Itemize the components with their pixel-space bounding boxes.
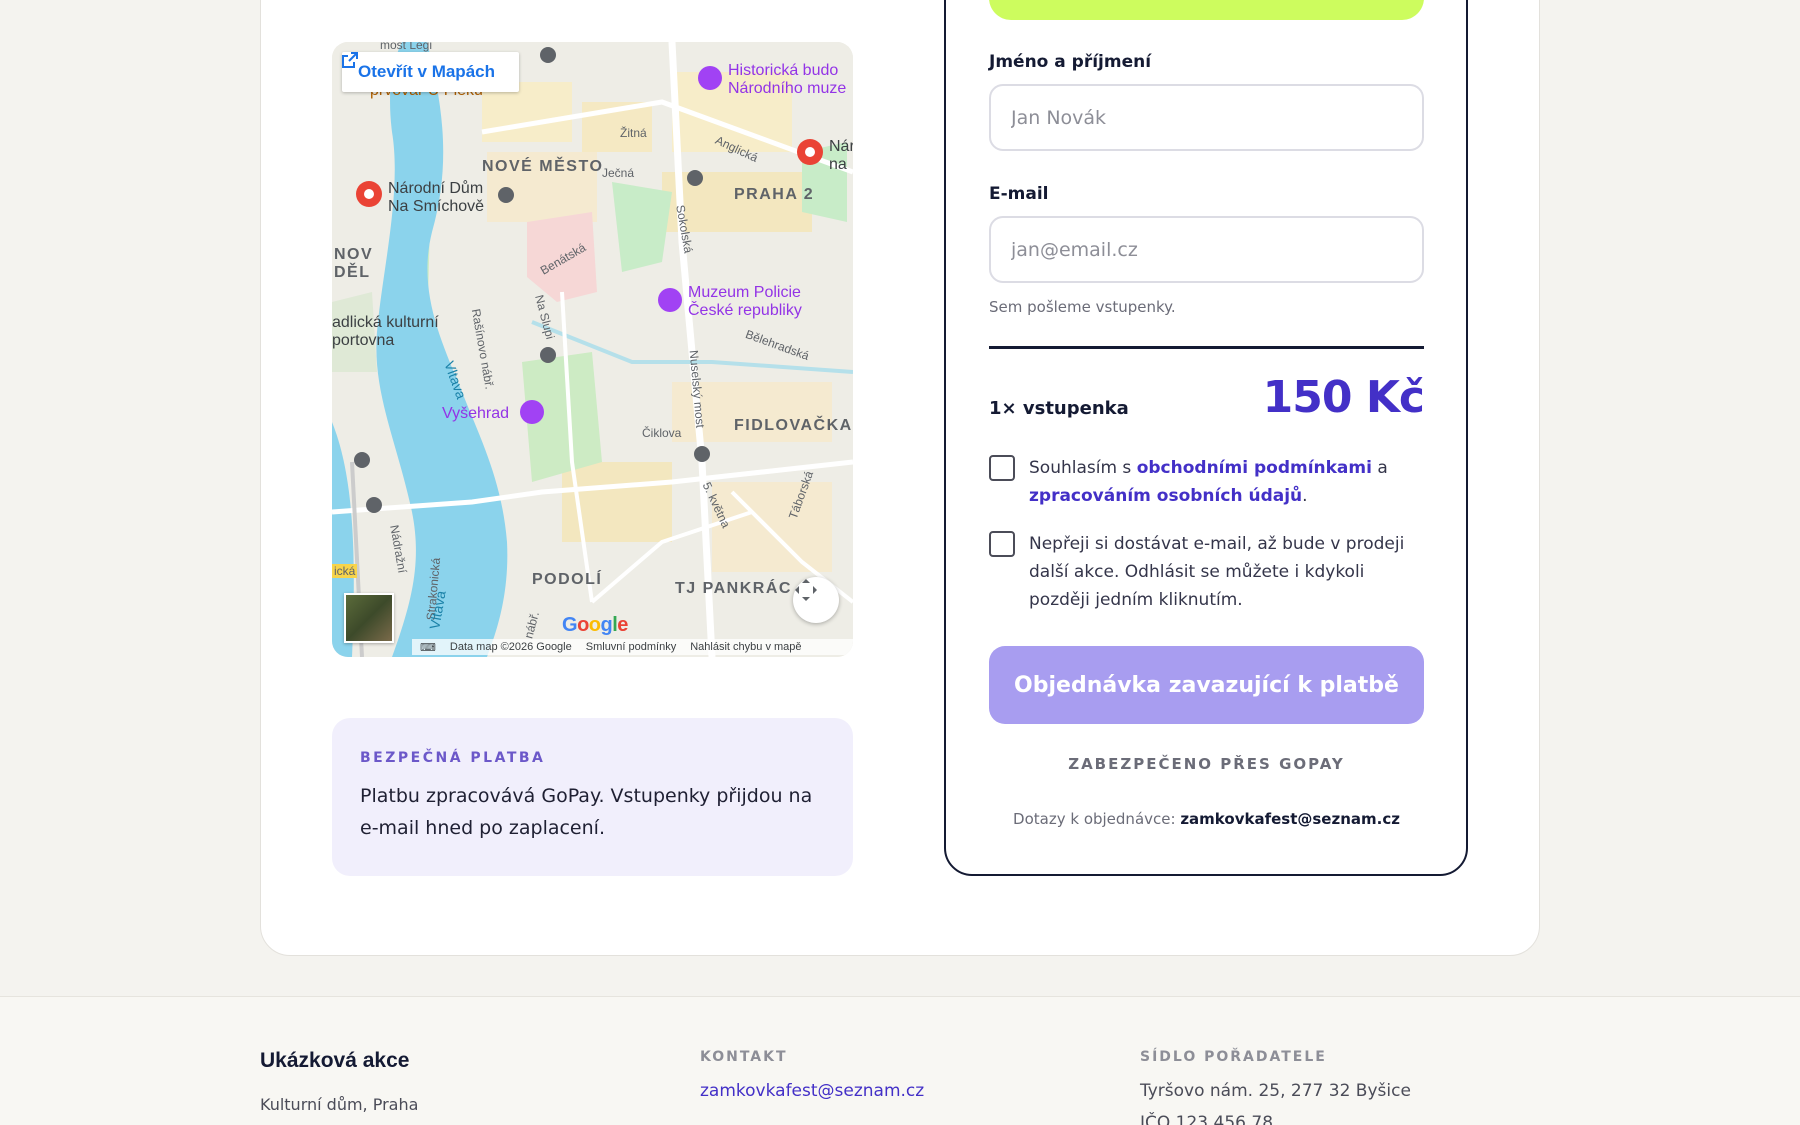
google-logo: Google	[562, 614, 628, 636]
open-in-maps-button[interactable]: Otevřít v Mapách	[342, 52, 519, 92]
terms-consent-row: Souhlasím s obchodními podmínkami a zpra…	[989, 454, 1424, 510]
consent-and: a	[1377, 458, 1388, 478]
email-input[interactable]	[989, 216, 1424, 283]
secure-payment-box: BEZPEČNÁ PLATBA Platbu zpracovává GoPay.…	[332, 718, 853, 876]
map-district-label: PRAHA 2	[734, 186, 815, 203]
terms-consent-text: Souhlasím s obchodními podmínkami a zpra…	[1029, 454, 1388, 510]
email-hint: Sem pošleme vstupenky.	[989, 298, 1176, 316]
map-district-label: TJ PANKRÁC	[675, 580, 792, 597]
map-district-label: DĚL	[334, 264, 371, 281]
order-form: Jméno a příjmení E-mail Sem pošleme vstu…	[944, 0, 1468, 876]
map-street-label: Žitná	[620, 126, 647, 140]
map-place-label: Nár	[829, 138, 853, 155]
consent-prefix: Souhlasím s	[1029, 458, 1132, 478]
fullscreen-icon[interactable]	[793, 577, 839, 623]
keyboard-icon[interactable]: ⌨	[420, 641, 436, 654]
footer-contact-heading: KONTAKT	[700, 1049, 788, 1065]
optout-text: Nepřeji si dostávat e-mail, až bude v pr…	[1029, 534, 1405, 610]
order-contact: Dotazy k objednávce: zamkovkafest@seznam…	[989, 810, 1424, 828]
map-poi-label: Vyšehrad	[442, 405, 509, 422]
map-place-label: portovna	[332, 332, 395, 349]
map-place-label: Na Smíchově	[388, 198, 485, 215]
submit-order-button[interactable]: Objednávka zavazující k platbě	[989, 646, 1424, 724]
map-report-link[interactable]: Nahlásit chybu v mapě	[690, 641, 801, 653]
privacy-link[interactable]: zpracováním osobních údajů	[1029, 486, 1302, 506]
map-place-label: na	[829, 156, 847, 173]
footer: Ukázková akce Kulturní dům, Praha KONTAK…	[0, 996, 1800, 1125]
footer-venue: Kulturní dům, Praha	[260, 1095, 419, 1114]
terms-link[interactable]: obchodními podmínkami	[1137, 458, 1372, 478]
map-attribution: Data map ©2026 Google	[449, 641, 572, 653]
map-street-label: ická	[332, 564, 358, 578]
map-street-label: Ječná	[602, 166, 635, 180]
optout-checkbox[interactable]	[989, 531, 1015, 557]
map-terms-link[interactable]: Smluvní podmínky	[586, 641, 676, 653]
map-poi-label: Muzeum Policie	[688, 284, 801, 301]
consent-end: .	[1302, 486, 1308, 506]
lime-action-button[interactable]	[989, 0, 1424, 20]
email-label: E-mail	[989, 184, 1049, 204]
map-pin-top-right[interactable]	[797, 139, 823, 165]
open-in-maps-label: Otevřít v Mapách	[358, 62, 495, 81]
map-place-label: Národní Dům	[388, 180, 484, 197]
map-district-label: PODOLÍ	[532, 571, 603, 588]
secure-payment-title: BEZPEČNÁ PLATBA	[360, 750, 546, 766]
footer-seat-heading: SÍDLO POŘADATELE	[1140, 1049, 1327, 1065]
secure-payment-text: Platbu zpracovává GoPay. Vstupenky přijd…	[360, 785, 813, 839]
gopay-secure-note: ZABEZPEČENO PŘES GOPAY	[1068, 755, 1345, 773]
map-place-label: most Legi	[380, 42, 433, 52]
map-poi-label: Národního muze	[728, 80, 847, 97]
footer-contact-email[interactable]: zamkovkafest@seznam.cz	[700, 1081, 924, 1101]
map-poi-label: Historická budo	[728, 62, 839, 79]
name-input[interactable]	[989, 84, 1424, 151]
contact-prefix: Dotazy k objednávce:	[1013, 810, 1176, 828]
ticket-price: 150 Kč	[1262, 372, 1425, 423]
map-district-label: NOV	[334, 246, 374, 263]
map-district-label: FIDLOVAČKA	[734, 417, 853, 434]
name-label: Jméno a příjmení	[989, 52, 1152, 72]
map-poi-label: České republiky	[688, 302, 802, 319]
satellite-toggle-thumbnail[interactable]	[344, 593, 394, 643]
map-street-label: Čiklova	[642, 426, 682, 440]
map-district-label: NOVÉ MĚSTO	[482, 158, 604, 175]
footer-ico: IČO 123 456 78	[1140, 1113, 1274, 1125]
map-place-label: adlická kulturní	[332, 314, 439, 331]
map-attribution-bar: ⌨ Data map ©2026 Google Smluvní podmínky…	[412, 639, 853, 655]
map-embed[interactable]: NOVÉ MĚSTO PRAHA 2 FIDLOVAČKA PODOLÍ TJ …	[332, 42, 853, 657]
contact-email[interactable]: zamkovkafest@seznam.cz	[1180, 810, 1400, 828]
form-divider	[989, 346, 1424, 349]
map-pin-narodni-dum[interactable]	[356, 181, 382, 207]
terms-checkbox[interactable]	[989, 455, 1015, 481]
footer-address: Tyršovo nám. 25, 277 32 Byšice	[1140, 1081, 1411, 1101]
footer-brand: Ukázková akce	[260, 1049, 410, 1072]
newsletter-optout-row: Nepřeji si dostávat e-mail, až bude v pr…	[989, 530, 1424, 614]
